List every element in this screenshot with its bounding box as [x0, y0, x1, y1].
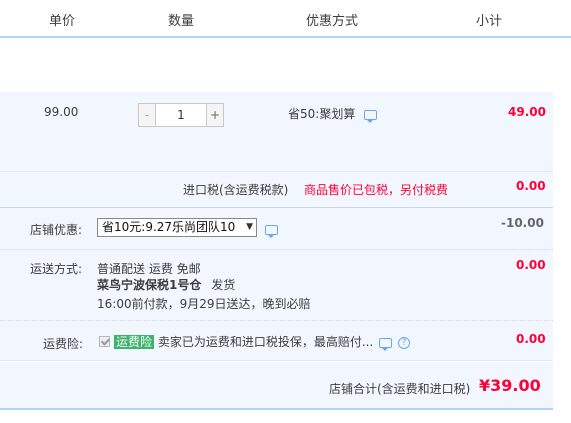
insurance-label: 运费险: [43, 337, 84, 351]
tax-note: 商品售价已包税，另付税费 [304, 183, 449, 197]
discount-selected: 省10元:9.27乐尚团队10 [102, 220, 236, 234]
item-row [0, 92, 553, 172]
header-quantity: 数量 [168, 14, 195, 29]
insurance-content: 运费险 卖家已为运费和进口税投保，最高赔付... ? [99, 333, 410, 351]
insurance-checkbox[interactable] [99, 336, 110, 347]
insurance-tag: 运费险 [114, 335, 155, 349]
shipping-value: 0.00 [516, 258, 546, 272]
header-promo: 优惠方式 [306, 14, 359, 29]
discount-value: -10.00 [501, 216, 544, 230]
total-label: 店铺合计(含运费和进口税) [329, 382, 471, 396]
total-value: ¥39.00 [479, 376, 541, 395]
table-header: 单价 数量 优惠方式 小计 [0, 0, 571, 38]
chat-icon[interactable] [265, 224, 278, 238]
warehouse-name: 菜鸟宁波保税1号仓 [97, 278, 202, 292]
shipping-eta: 16:00前付款，9月29日送达，晚到必赔 [97, 297, 311, 311]
chevron-down-icon: ▼ [246, 222, 253, 232]
item-unit-price: 99.00 [44, 105, 79, 119]
decrease-button[interactable]: - [139, 104, 156, 126]
chat-icon[interactable] [364, 109, 378, 123]
tax-label: 进口税(含运费税款) [183, 183, 289, 197]
item-promo: 省50:聚划算 [288, 105, 378, 123]
quantity-stepper[interactable]: - 1 + [138, 103, 224, 127]
tax-value: 0.00 [516, 179, 546, 193]
insurance-desc: 卖家已为运费和进口税投保，最高赔付... [157, 335, 374, 349]
shipping-origin: 菜鸟宁波保税1号仓 发货 [97, 276, 235, 293]
item-subtotal: 49.00 [508, 105, 546, 119]
insurance-value: 0.00 [516, 332, 546, 346]
increase-button[interactable]: + [206, 104, 223, 126]
shipping-label: 运送方式: [30, 262, 83, 276]
chat-icon[interactable] [379, 337, 393, 351]
promo-label: 省50:聚划算 [288, 107, 356, 121]
discount-label: 店铺优惠: [30, 223, 83, 237]
ship-word: 发货 [211, 278, 236, 292]
discount-select[interactable]: 省10元:9.27乐尚团队10 ▼ [97, 218, 257, 237]
quantity-input[interactable]: 1 [156, 104, 206, 126]
header-subtotal: 小计 [476, 14, 503, 29]
header-unit-price: 单价 [49, 14, 76, 29]
shipping-method: 普通配送 运费 免邮 [97, 262, 201, 276]
help-icon[interactable]: ? [397, 336, 410, 349]
